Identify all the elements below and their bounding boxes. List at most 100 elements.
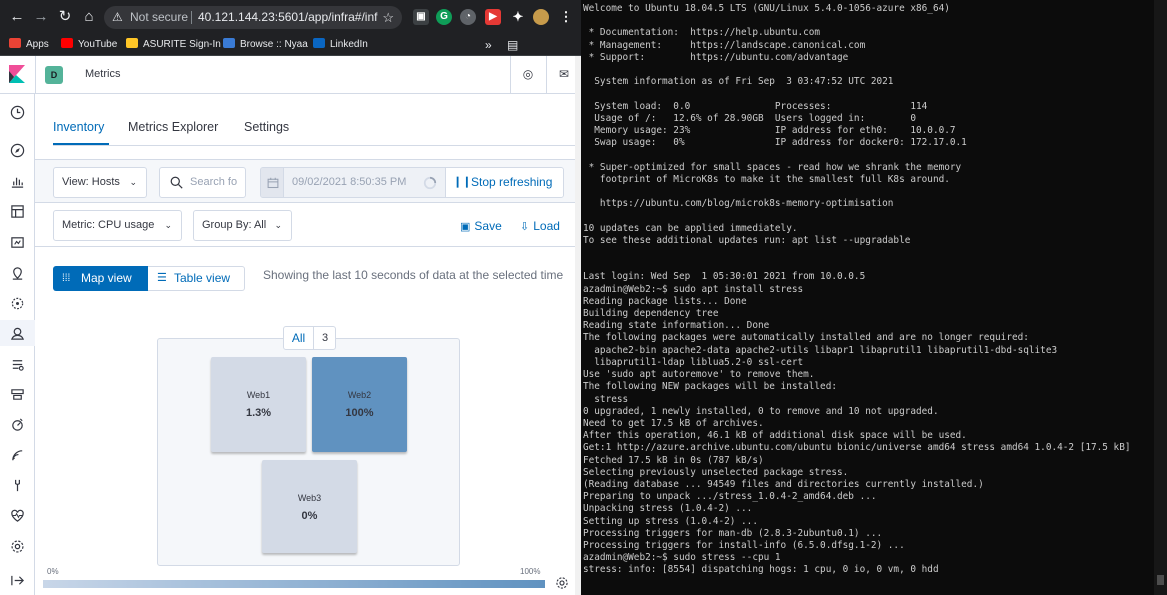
view-select[interactable]: View: Hosts ⌄ — [53, 167, 147, 198]
mail-icon[interactable]: ✉ — [557, 67, 571, 81]
space-avatar[interactable]: D — [45, 66, 63, 84]
dashboard-icon[interactable] — [10, 204, 25, 219]
browser-window: ← → ↻ ⌂ ⚠ Not secure 40.121.144.23:5601/… — [0, 0, 581, 595]
canvas-icon[interactable] — [10, 235, 25, 250]
header-divider — [35, 56, 36, 94]
ml-icon[interactable] — [10, 296, 25, 311]
group-name: All — [291, 331, 306, 345]
browser-menu-icon[interactable]: ⋮ — [558, 9, 574, 25]
chevron-down-icon: ⌄ — [274, 220, 282, 230]
extension-shield-icon[interactable]: ▣ — [413, 9, 429, 25]
terminal-line: footprint of MicroK8s to make it the sma… — [583, 173, 950, 185]
legend-settings-gear-icon[interactable] — [555, 576, 569, 590]
forward-icon[interactable]: → — [32, 8, 50, 26]
youtube-icon — [61, 38, 73, 48]
header-divider — [510, 56, 511, 94]
load-button[interactable]: ⇩ Load — [520, 218, 560, 235]
recent-clock-icon[interactable] — [10, 105, 25, 120]
save-button[interactable]: ▣ Save — [460, 218, 502, 235]
uptime-icon[interactable] — [10, 417, 25, 432]
tab-settings[interactable]: Settings — [244, 120, 289, 134]
extension-clock-icon[interactable]: ◔ — [460, 9, 476, 25]
stop-refreshing-button[interactable]: ❙❙ Stop refreshing — [445, 168, 563, 197]
home-icon[interactable]: ⌂ — [80, 8, 98, 26]
terminal-line: Welcome to Ubuntu 18.04.5 LTS (GNU/Linux… — [583, 3, 950, 14]
dev-tools-wrench-icon[interactable] — [10, 478, 25, 493]
extension-grammarly-icon[interactable]: G — [436, 9, 452, 25]
discover-compass-icon[interactable] — [10, 143, 25, 158]
nyaa-icon — [223, 38, 235, 48]
logs-icon[interactable] — [10, 357, 25, 372]
extension-youtube-icon[interactable]: ▶ — [485, 9, 501, 25]
tab-metrics-explorer[interactable]: Metrics Explorer — [128, 120, 218, 134]
metric-toolbar: Metric: CPU usage ⌄ Group By: All ⌄ ▣ Sav… — [35, 203, 581, 247]
url-text[interactable]: 40.121.144.23:5601/app/infra#/infra... — [198, 6, 378, 29]
management-gear-icon[interactable] — [10, 539, 25, 554]
terminal-line: System information as of Fri Sep 3 03:47… — [583, 76, 894, 88]
search-input[interactable]: Search fo — [159, 167, 246, 198]
terminal-line: The following NEW packages will be insta… — [583, 381, 837, 393]
tab-inventory[interactable]: Inventory — [53, 120, 104, 134]
import-icon: ⇩ — [520, 221, 530, 233]
collapse-nav-icon[interactable] — [10, 573, 25, 588]
metric-select[interactable]: Metric: CPU usage ⌄ — [53, 210, 182, 241]
apm-icon[interactable] — [10, 448, 25, 463]
group-label[interactable]: All 3 — [283, 326, 336, 350]
back-icon[interactable]: ← — [8, 8, 26, 26]
reading-list-icon[interactable]: ▤ — [507, 37, 518, 53]
group-by-select[interactable]: Group By: All ⌄ — [193, 210, 292, 241]
profile-avatar[interactable] — [533, 9, 549, 25]
bookmark-nyaa[interactable]: Browse :: Nyaa — [223, 37, 308, 53]
reload-icon[interactable]: ↻ — [56, 8, 74, 26]
asurite-icon — [126, 38, 138, 48]
terminal-line: Last login: Wed Sep 1 05:30:01 2021 from… — [583, 271, 866, 283]
terminal-line: Setting up stress (1.0.4-2) ... — [583, 515, 758, 527]
host-node-web3[interactable]: Web3 0% — [262, 460, 357, 553]
date-value: 09/02/2021 8:50:35 PM — [292, 176, 407, 188]
monitoring-heart-icon[interactable] — [10, 508, 25, 523]
bookmark-linkedin[interactable]: LinkedIn — [313, 37, 368, 53]
bookmark-youtube[interactable]: YouTube — [61, 37, 117, 53]
terminal-line: Processing triggers for install-info (6.… — [583, 539, 905, 551]
siem-icon[interactable] — [10, 387, 25, 402]
terminal-line: Use 'sudo apt autoremove' to remove them… — [583, 369, 815, 381]
terminal-line: * Super-optimized for small spaces - rea… — [583, 161, 962, 173]
terminal-line: Get:1 http://azure.archive.ubuntu.com/ub… — [583, 442, 1131, 454]
tabs-rule — [53, 145, 581, 146]
table-view-button[interactable]: ☰ Table view — [148, 266, 245, 291]
terminal-line: Swap usage: 0% IP address for docker0: 1… — [583, 137, 967, 149]
extensions-puzzle-icon[interactable]: ✦ — [510, 9, 526, 25]
terminal-line: Preparing to unpack .../stress_1.0.4-2_a… — [583, 491, 877, 503]
metrics-icon[interactable] — [10, 326, 25, 341]
terminal-line: Memory usage: 23% IP address for eth0: 1… — [583, 125, 956, 137]
waffle-map-group: Web1 1.3% Web2 100% Web3 0% — [157, 338, 460, 566]
terminal-line: stress — [583, 393, 629, 405]
bookmarks-overflow[interactable]: » — [485, 37, 492, 53]
map-view-button[interactable]: ⁞⁞⁞ Map view — [53, 266, 148, 291]
help-icon[interactable]: ◎ — [521, 67, 535, 81]
app-title: Metrics — [85, 68, 121, 80]
date-picker[interactable]: 09/02/2021 8:50:35 PM ❙❙ Stop refreshing — [260, 167, 564, 198]
visualize-chart-icon[interactable] — [10, 174, 25, 189]
host-node-web2[interactable]: Web2 100% — [312, 357, 407, 452]
main-content: Inventory Metrics Explorer Settings View… — [35, 94, 581, 595]
host-node-web1[interactable]: Web1 1.3% — [211, 357, 306, 452]
terminal-window[interactable]: Welcome to Ubuntu 18.04.5 LTS (GNU/Linux… — [581, 0, 1167, 595]
terminal-line: stress: info: [8554] dispatching hogs: 1… — [583, 564, 939, 576]
search-icon — [170, 176, 183, 189]
address-bar[interactable]: ⚠ Not secure 40.121.144.23:5601/app/infr… — [104, 6, 402, 29]
elastic-logo-icon[interactable] — [9, 65, 25, 83]
terminal-scrollbar[interactable] — [1154, 0, 1167, 595]
chevron-down-icon: ⌄ — [164, 220, 172, 230]
legend-gradient-bar — [43, 580, 545, 588]
bookmark-star-icon[interactable]: ☆ — [382, 6, 394, 29]
terminal-scroll-thumb[interactable] — [1157, 575, 1164, 585]
bookmark-apps[interactable]: Apps — [9, 37, 49, 53]
terminal-line: Fetched 17.5 kB in 0s (787 kB/s) — [583, 454, 764, 466]
bookmark-asurite[interactable]: ASURITE Sign-In — [126, 37, 221, 53]
maps-pin-icon[interactable] — [10, 266, 25, 281]
side-navigation — [0, 94, 35, 595]
